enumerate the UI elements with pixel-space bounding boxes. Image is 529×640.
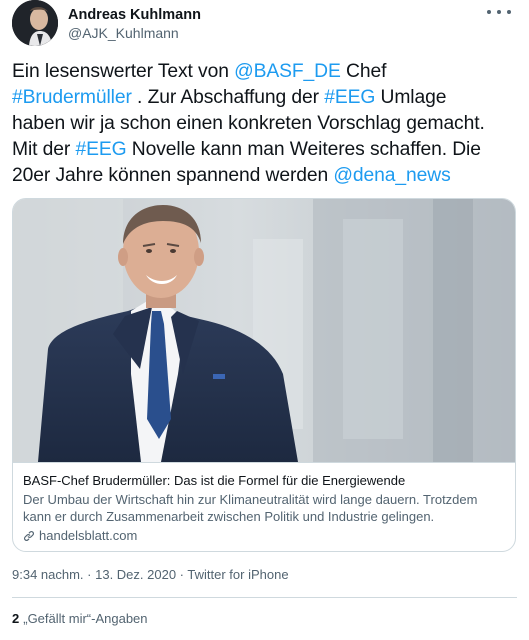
more-dot xyxy=(507,10,511,14)
divider xyxy=(12,597,517,598)
link-icon xyxy=(24,530,34,541)
meta-separator: · xyxy=(83,567,96,582)
tweet-text-segment: Umlage xyxy=(375,87,447,108)
avatar[interactable] xyxy=(12,0,58,46)
tweet-time[interactable]: 9:34 nachm. xyxy=(12,567,84,582)
author-display-name[interactable]: Andreas Kuhlmann xyxy=(68,6,201,24)
author-names: Andreas Kuhlmann @AJK_Kuhlmann xyxy=(68,6,201,43)
tweet-header: Andreas Kuhlmann @AJK_Kuhlmann xyxy=(12,0,517,52)
tweet-text-segment: 20er Jahre können spannend werden xyxy=(12,165,334,186)
card-image[interactable] xyxy=(13,199,515,462)
card-photo xyxy=(13,199,515,462)
tweet-text-segment: Ein lesenswerter Text von xyxy=(12,61,235,82)
card-domain-text: handelsblatt.com xyxy=(39,528,138,543)
card-title[interactable]: BASF-Chef Brudermüller: Das ist die Form… xyxy=(23,472,505,489)
tweet-text-segment: haben wir ja schon einen konkreten Vorsc… xyxy=(12,113,485,134)
mention-link[interactable]: @dena_news xyxy=(333,165,450,186)
tweet-text-line: #Brudermüller . Zur Abschaffung der #EEG… xyxy=(12,85,524,111)
meta-separator: · xyxy=(176,567,188,582)
likes-stat[interactable]: 2 „Gefällt mir“-Angaben xyxy=(12,610,148,628)
tweet-text: Ein lesenswerter Text von @BASF_DE Chef #… xyxy=(12,59,524,189)
more-dot xyxy=(487,10,491,14)
tweet-meta: 9:34 nachm. · 13. Dez. 2020 · Twitter fo… xyxy=(12,566,289,584)
tweet-text-line: haben wir ja schon einen konkreten Vorsc… xyxy=(12,111,524,137)
card-domain: handelsblatt.com xyxy=(23,527,505,544)
hashtag-link[interactable]: #Brudermüller xyxy=(12,87,132,108)
card-body[interactable]: BASF-Chef Brudermüller: Das ist die Form… xyxy=(13,462,515,551)
author-handle[interactable]: @AJK_Kuhlmann xyxy=(68,24,201,43)
card-description: Der Umbau der Wirtschaft hin zur Klimane… xyxy=(23,492,478,524)
likes-label: „Gefällt mir“-Angaben xyxy=(23,611,148,626)
tweet-text-line: Ein lesenswerter Text von @BASF_DE Chef xyxy=(12,59,524,85)
more-dot xyxy=(497,10,501,14)
hashtag-link[interactable]: #EEG xyxy=(324,87,375,108)
mention-link[interactable]: @BASF_DE xyxy=(234,61,341,82)
tweet-text-segment: Novelle kann man Weiteres schaffen. Die xyxy=(126,139,481,160)
tweet-text-segment: Chef xyxy=(340,61,387,82)
tweet-text-line: 20er Jahre können spannend werden @dena_… xyxy=(12,163,524,189)
hashtag-link[interactable]: #EEG xyxy=(75,139,126,160)
more-options-icon[interactable] xyxy=(487,4,511,20)
tweet-date[interactable]: 13. Dez. 2020 xyxy=(95,567,176,582)
tweet-text-segment: Mit der xyxy=(12,139,76,160)
tweet-text-line: Mit der #EEG Novelle kann man Weiteres s… xyxy=(12,137,524,163)
link-card[interactable]: BASF-Chef Brudermüller: Das ist die Form… xyxy=(12,198,516,552)
tweet-source[interactable]: Twitter for iPhone xyxy=(187,567,288,582)
likes-count: 2 xyxy=(12,611,20,626)
tweet-text-segment: . Zur Abschaffung der xyxy=(131,87,325,108)
